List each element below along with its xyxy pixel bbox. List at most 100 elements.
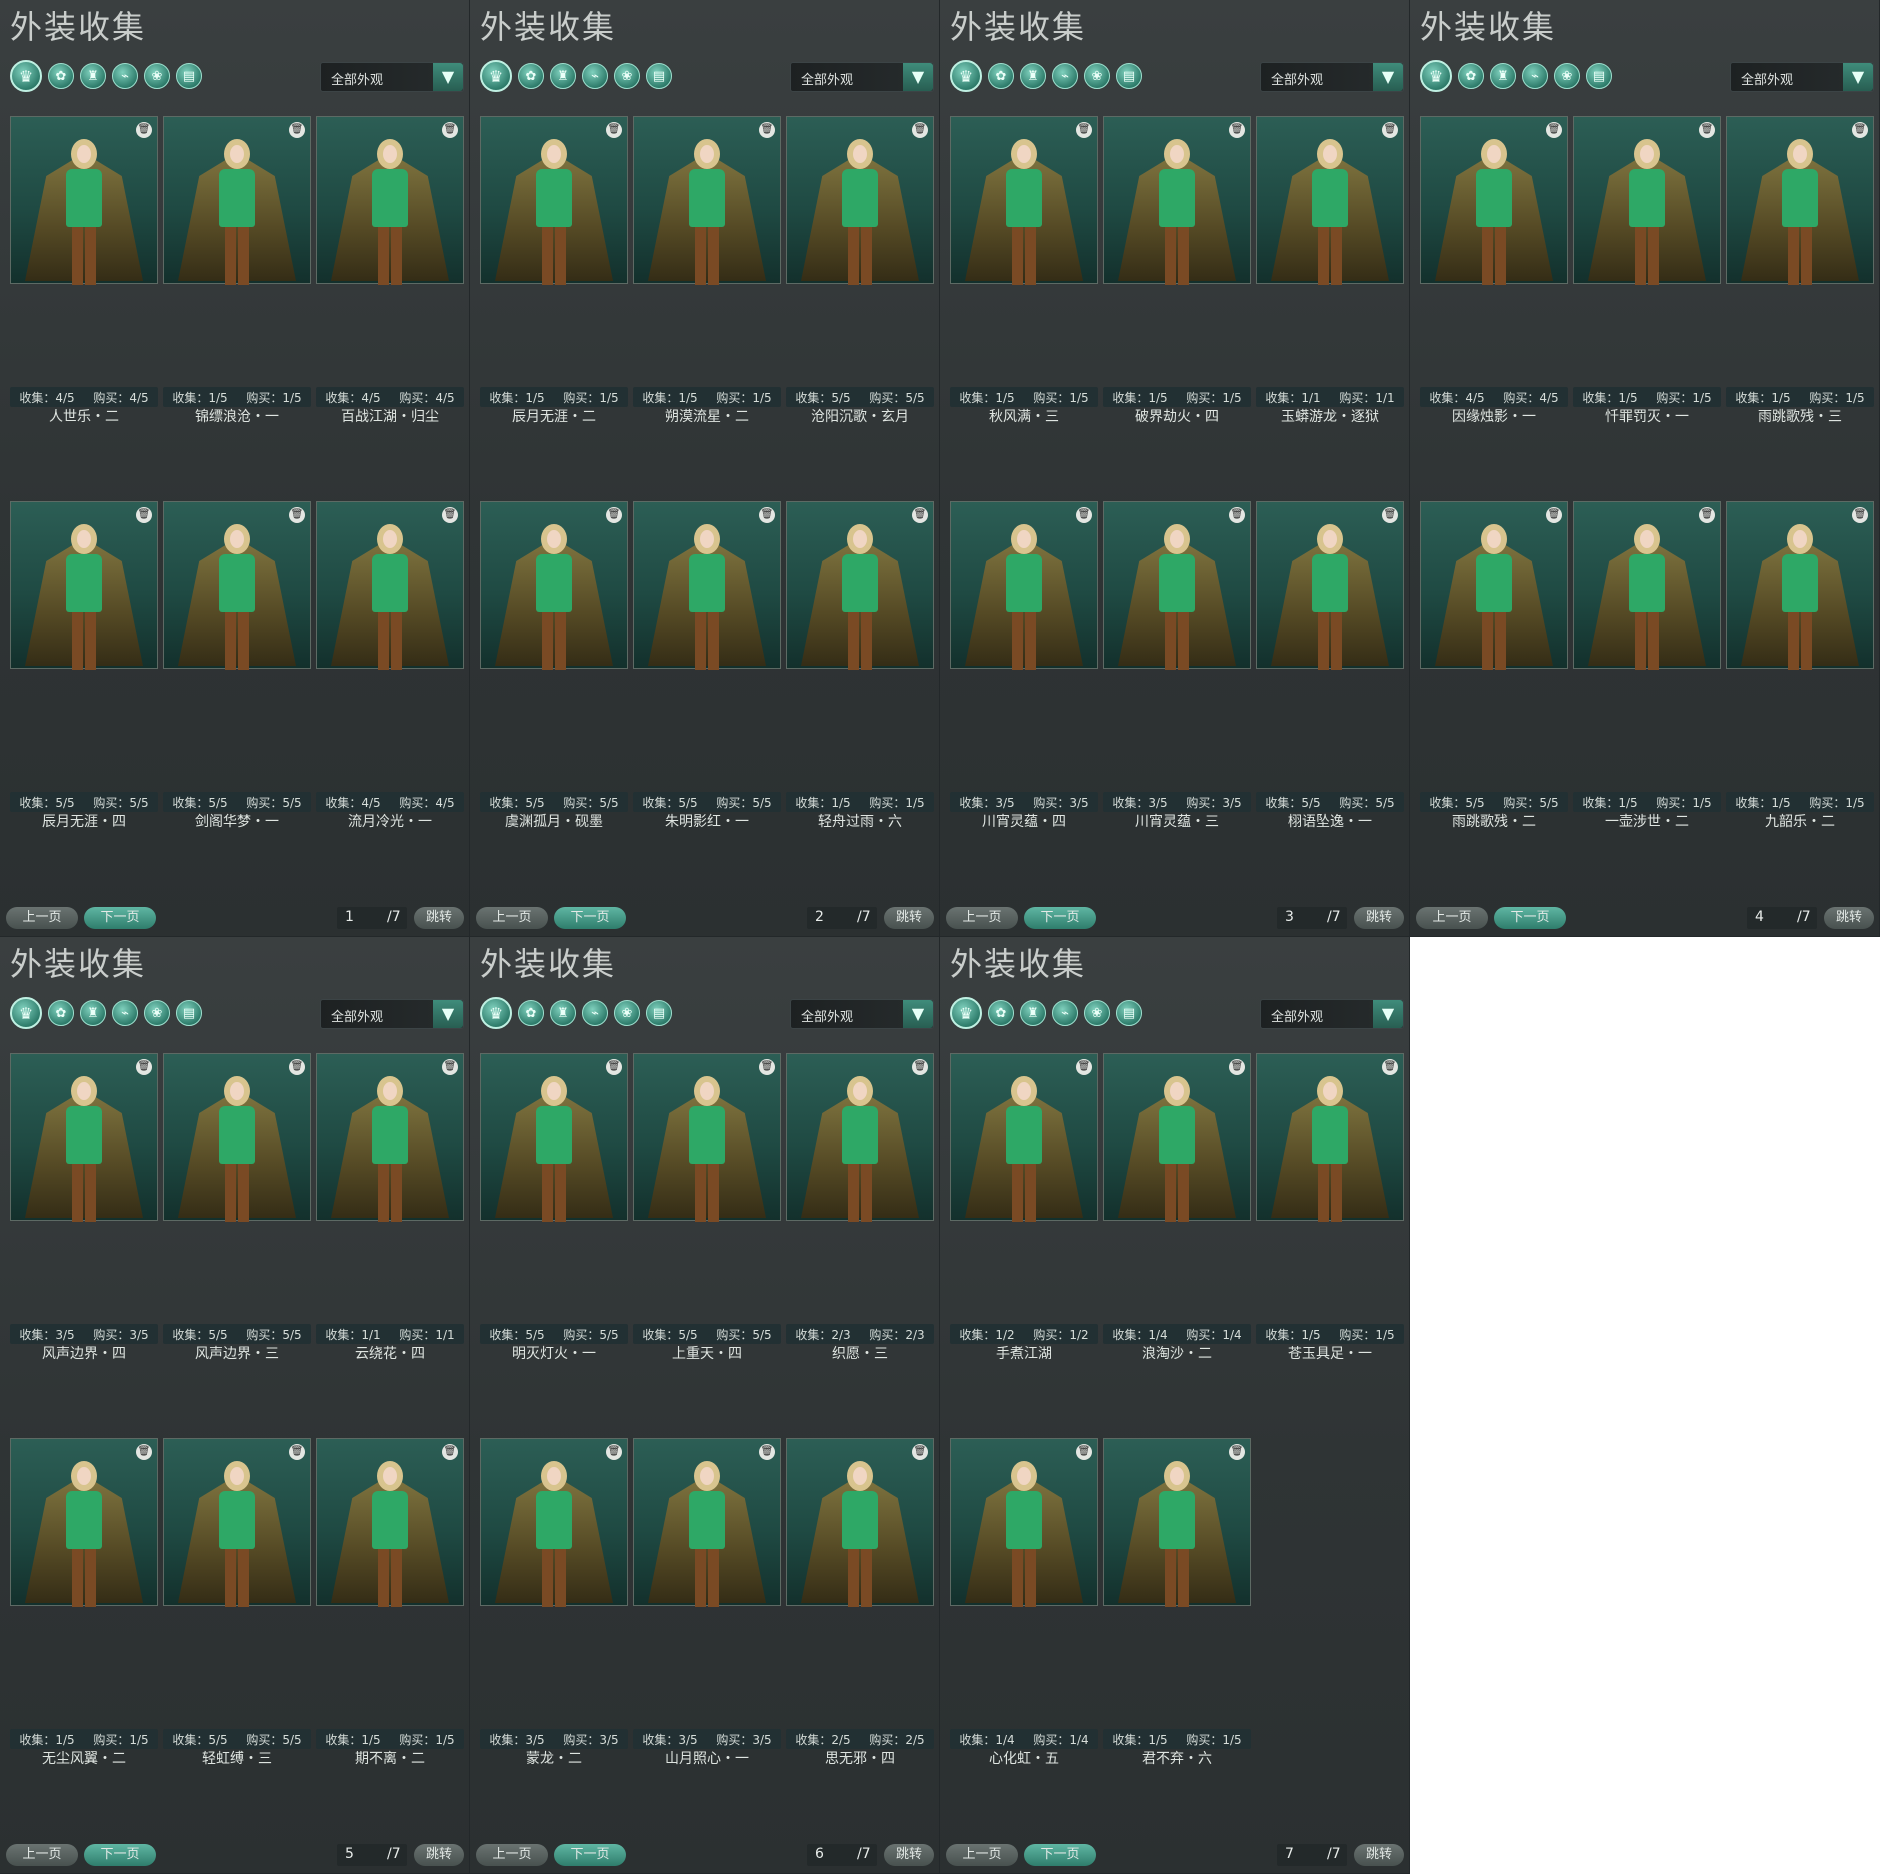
trash-icon[interactable]: 🗑 bbox=[606, 1059, 622, 1075]
outfit-card[interactable]: 🗑 bbox=[1103, 116, 1251, 285]
outfit-card[interactable]: 🗑 bbox=[10, 116, 158, 285]
jump-button[interactable]: 跳转 bbox=[1354, 907, 1404, 929]
outfit-card[interactable]: 🗑 bbox=[1103, 1053, 1251, 1222]
outfit-card[interactable]: 🗑 bbox=[1726, 116, 1874, 285]
pet-icon[interactable]: ❀ bbox=[144, 63, 170, 89]
chevron-down-icon[interactable]: ▼ bbox=[903, 1000, 933, 1028]
hair-icon[interactable]: ✿ bbox=[48, 63, 74, 89]
outfit-card[interactable]: 🗑 bbox=[950, 116, 1098, 285]
page-input[interactable]: 5 /7 bbox=[337, 1844, 407, 1866]
trash-icon[interactable]: 🗑 bbox=[1076, 122, 1092, 138]
hair-icon[interactable]: ✿ bbox=[518, 63, 544, 89]
top-icon[interactable]: ♜ bbox=[80, 1000, 106, 1026]
jump-button[interactable]: 跳转 bbox=[884, 907, 934, 929]
pet-icon[interactable]: ❀ bbox=[614, 1000, 640, 1026]
scroll-icon[interactable]: ▤ bbox=[646, 63, 672, 89]
trash-icon[interactable]: 🗑 bbox=[759, 1059, 775, 1075]
outfit-card[interactable]: 🗑 bbox=[1420, 116, 1568, 285]
shoe-icon[interactable]: ⌁ bbox=[582, 1000, 608, 1026]
hair-icon[interactable]: ✿ bbox=[988, 63, 1014, 89]
trash-icon[interactable]: 🗑 bbox=[912, 1059, 928, 1075]
next-page-button[interactable]: 下一页 bbox=[554, 1844, 626, 1866]
jump-button[interactable]: 跳转 bbox=[1354, 1844, 1404, 1866]
filter-dropdown[interactable]: 全部外观 ▼ bbox=[790, 999, 934, 1029]
trash-icon[interactable]: 🗑 bbox=[1852, 122, 1868, 138]
trash-icon[interactable]: 🗑 bbox=[606, 122, 622, 138]
page-input[interactable]: 2 /7 bbox=[807, 907, 877, 929]
outfit-card[interactable]: 🗑 bbox=[316, 116, 464, 285]
outfit-card[interactable]: 🗑 bbox=[950, 1053, 1098, 1222]
pet-icon[interactable]: ❀ bbox=[1554, 63, 1580, 89]
filter-dropdown[interactable]: 全部外观 ▼ bbox=[1730, 62, 1874, 92]
chevron-down-icon[interactable]: ▼ bbox=[903, 63, 933, 91]
trash-icon[interactable]: 🗑 bbox=[1546, 122, 1562, 138]
chevron-down-icon[interactable]: ▼ bbox=[433, 1000, 463, 1028]
scroll-icon[interactable]: ▤ bbox=[1116, 63, 1142, 89]
outfit-card[interactable]: 🗑 bbox=[1256, 116, 1404, 285]
next-page-button[interactable]: 下一页 bbox=[1494, 907, 1566, 929]
page-input[interactable]: 3 /7 bbox=[1277, 907, 1347, 929]
shoe-icon[interactable]: ⌁ bbox=[112, 1000, 138, 1026]
outfit-card[interactable]: 🗑 bbox=[1573, 116, 1721, 285]
chevron-down-icon[interactable]: ▼ bbox=[1373, 63, 1403, 91]
shoe-icon[interactable]: ⌁ bbox=[112, 63, 138, 89]
trash-icon[interactable]: 🗑 bbox=[1382, 122, 1398, 138]
outfit-icon[interactable]: ♛ bbox=[1420, 60, 1452, 92]
pet-icon[interactable]: ❀ bbox=[144, 1000, 170, 1026]
hair-icon[interactable]: ✿ bbox=[1458, 63, 1484, 89]
shoe-icon[interactable]: ⌁ bbox=[1522, 63, 1548, 89]
shoe-icon[interactable]: ⌁ bbox=[1052, 1000, 1078, 1026]
outfit-icon[interactable]: ♛ bbox=[10, 60, 42, 92]
outfit-icon[interactable]: ♛ bbox=[950, 60, 982, 92]
outfit-card[interactable]: 🗑 bbox=[480, 1053, 628, 1222]
outfit-icon[interactable]: ♛ bbox=[950, 997, 982, 1029]
outfit-card[interactable]: 🗑 bbox=[10, 1053, 158, 1222]
chevron-down-icon[interactable]: ▼ bbox=[1373, 1000, 1403, 1028]
prev-page-button[interactable]: 上一页 bbox=[946, 907, 1018, 929]
scroll-icon[interactable]: ▤ bbox=[1116, 1000, 1142, 1026]
pet-icon[interactable]: ❀ bbox=[1084, 63, 1110, 89]
prev-page-button[interactable]: 上一页 bbox=[476, 1844, 548, 1866]
next-page-button[interactable]: 下一页 bbox=[554, 907, 626, 929]
shoe-icon[interactable]: ⌁ bbox=[1052, 63, 1078, 89]
outfit-icon[interactable]: ♛ bbox=[480, 997, 512, 1029]
filter-dropdown[interactable]: 全部外观 ▼ bbox=[1260, 999, 1404, 1029]
pet-icon[interactable]: ❀ bbox=[614, 63, 640, 89]
outfit-card[interactable]: 🗑 bbox=[786, 116, 934, 285]
outfit-card[interactable]: 🗑 bbox=[633, 1053, 781, 1222]
trash-icon[interactable]: 🗑 bbox=[1382, 1059, 1398, 1075]
trash-icon[interactable]: 🗑 bbox=[136, 1059, 152, 1075]
pet-icon[interactable]: ❀ bbox=[1084, 1000, 1110, 1026]
chevron-down-icon[interactable]: ▼ bbox=[433, 63, 463, 91]
next-page-button[interactable]: 下一页 bbox=[84, 907, 156, 929]
filter-dropdown[interactable]: 全部外观 ▼ bbox=[790, 62, 934, 92]
filter-dropdown[interactable]: 全部外观 ▼ bbox=[320, 62, 464, 92]
trash-icon[interactable]: 🗑 bbox=[912, 122, 928, 138]
scroll-icon[interactable]: ▤ bbox=[176, 63, 202, 89]
jump-button[interactable]: 跳转 bbox=[414, 1844, 464, 1866]
prev-page-button[interactable]: 上一页 bbox=[6, 1844, 78, 1866]
hair-icon[interactable]: ✿ bbox=[48, 1000, 74, 1026]
top-icon[interactable]: ♜ bbox=[1020, 63, 1046, 89]
prev-page-button[interactable]: 上一页 bbox=[6, 907, 78, 929]
trash-icon[interactable]: 🗑 bbox=[1699, 122, 1715, 138]
hair-icon[interactable]: ✿ bbox=[518, 1000, 544, 1026]
outfit-card[interactable]: 🗑 bbox=[316, 1053, 464, 1222]
next-page-button[interactable]: 下一页 bbox=[1024, 907, 1096, 929]
trash-icon[interactable]: 🗑 bbox=[289, 1059, 305, 1075]
top-icon[interactable]: ♜ bbox=[80, 63, 106, 89]
chevron-down-icon[interactable]: ▼ bbox=[1843, 63, 1873, 91]
outfit-icon[interactable]: ♛ bbox=[10, 997, 42, 1029]
filter-dropdown[interactable]: 全部外观 ▼ bbox=[1260, 62, 1404, 92]
prev-page-button[interactable]: 上一页 bbox=[946, 1844, 1018, 1866]
outfit-card[interactable]: 🗑 bbox=[163, 1053, 311, 1222]
page-input[interactable]: 4 /7 bbox=[1747, 907, 1817, 929]
scroll-icon[interactable]: ▤ bbox=[176, 1000, 202, 1026]
trash-icon[interactable]: 🗑 bbox=[1076, 1059, 1092, 1075]
trash-icon[interactable]: 🗑 bbox=[1229, 1059, 1245, 1075]
trash-icon[interactable]: 🗑 bbox=[442, 1059, 458, 1075]
trash-icon[interactable]: 🗑 bbox=[759, 122, 775, 138]
jump-button[interactable]: 跳转 bbox=[1824, 907, 1874, 929]
hair-icon[interactable]: ✿ bbox=[988, 1000, 1014, 1026]
jump-button[interactable]: 跳转 bbox=[884, 1844, 934, 1866]
